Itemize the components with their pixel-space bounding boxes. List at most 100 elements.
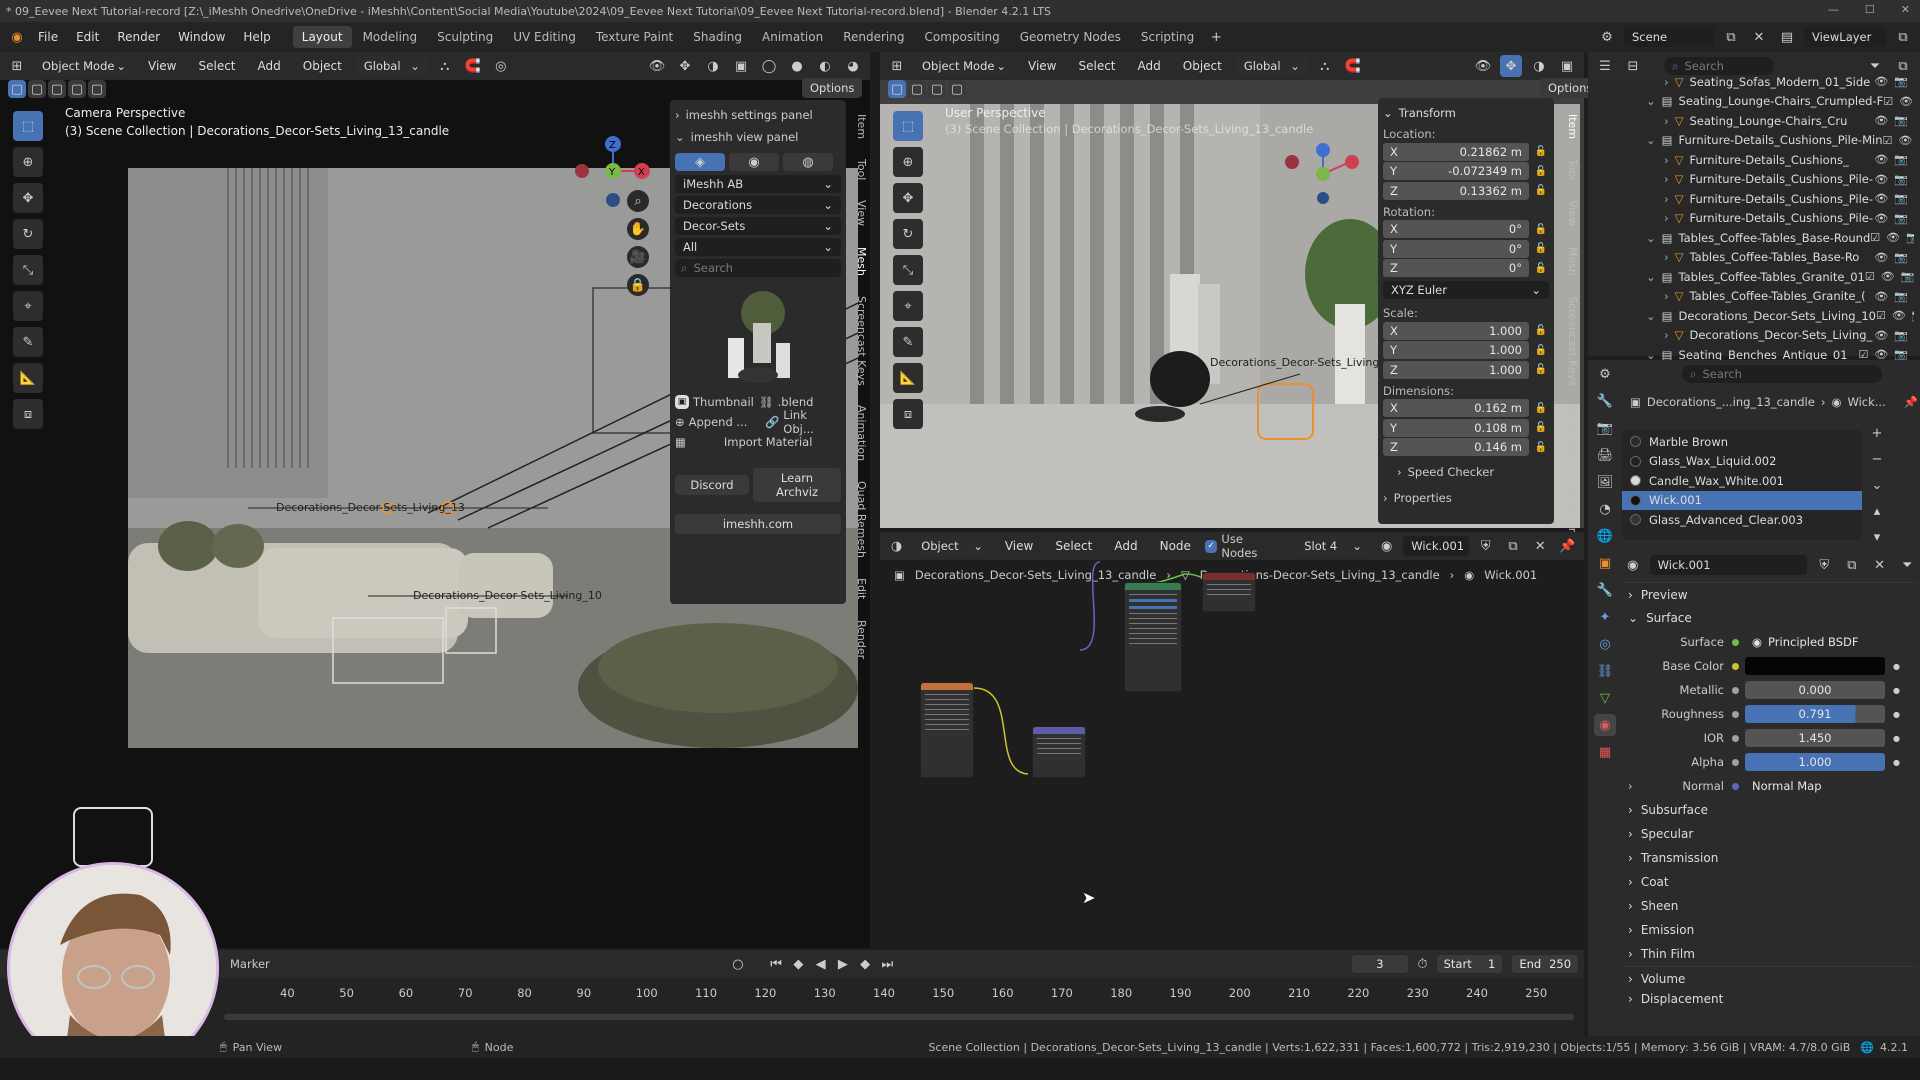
render-camera-icon[interactable]: 📷 (1894, 75, 1908, 88)
properties-subpanel-header[interactable]: › Properties (1383, 487, 1549, 509)
speed-checker-header[interactable]: › Speed Checker (1397, 461, 1549, 483)
left-menu-view[interactable]: View (140, 55, 184, 77)
lock-toggle-icon[interactable]: 🔓 (1533, 362, 1549, 378)
left-tab-edit[interactable]: Edit (853, 572, 870, 605)
play-reverse-icon[interactable]: ◀ (813, 953, 829, 975)
timeline-scrollbar[interactable] (224, 1014, 1574, 1020)
cursor-tool-icon[interactable]: ⊕ (13, 147, 43, 177)
particles-tab-icon[interactable]: ✦ (1594, 606, 1616, 628)
location-field[interactable]: Y -0.072349 m (1383, 162, 1529, 181)
workspace-tab-shading[interactable]: Shading (684, 26, 751, 48)
visibility-eye-icon[interactable]: 👁 (1874, 212, 1888, 225)
right-select-new-icon[interactable]: ▢ (888, 80, 906, 98)
lock-toggle-icon[interactable]: 🔓 (1533, 163, 1549, 179)
bsdf-subsection[interactable]: › Specular (1622, 822, 1918, 846)
visibility-eye-icon[interactable]: 👁 (1874, 173, 1888, 186)
outliner-row[interactable]: › ▽ Furniture-Details_Cushions_Pile- 👁 📷 (1588, 170, 1914, 190)
surface-section[interactable]: ⌄ Surface (1622, 606, 1918, 630)
models-tab-icon[interactable]: ◈ (675, 153, 725, 171)
lock-toggle-icon[interactable]: 🔓 (1533, 144, 1549, 160)
expand-arrow-icon[interactable]: › (1664, 211, 1669, 225)
dimensions-field[interactable]: Z 0.146 m (1383, 438, 1529, 457)
visibility-eye-icon[interactable]: 👁 (1874, 75, 1888, 88)
outliner-row[interactable]: › ▽ Tables_Coffee-Tables_Base-Ro 👁 📷 (1588, 248, 1914, 268)
right-menu-object[interactable]: Object (1175, 55, 1230, 77)
menu-window[interactable]: Window (170, 26, 233, 48)
scale-field[interactable]: Y 1.000 (1383, 341, 1529, 360)
lock-toggle-icon[interactable]: 🔓 (1533, 400, 1549, 416)
maximize-icon[interactable]: ☐ (1865, 3, 1875, 16)
ior-anim-dot[interactable]: ● (1893, 734, 1900, 743)
material-slot[interactable]: Glass_Wax_Liquid.002 (1622, 452, 1862, 472)
start-frame-field[interactable]: Start 1 (1436, 955, 1503, 973)
world-tab-icon[interactable]: 🌐 (1594, 525, 1616, 547)
minimize-icon[interactable]: — (1828, 3, 1839, 16)
alpha-slider[interactable]: 1.000 (1745, 753, 1885, 771)
outliner-row[interactable]: ⌄ ▤ Decorations_Decor-Sets_Living_10☑ 👁 📷 (1588, 306, 1914, 326)
render-tab-icon[interactable]: 📷 (1594, 417, 1616, 439)
material-slot[interactable]: Wick.001 (1622, 490, 1862, 510)
physics-tab-icon[interactable]: ◎ (1594, 633, 1616, 655)
left-menu-object[interactable]: Object (295, 55, 350, 77)
camera-view-icon[interactable]: 🎥 (627, 246, 649, 268)
left-menu-select[interactable]: Select (190, 55, 243, 77)
select-box-tool-icon[interactable]: ⬚ (13, 111, 43, 141)
ior-field[interactable]: 1.450 (1745, 729, 1885, 747)
render-camera-icon[interactable]: 📷 (1894, 153, 1908, 166)
visibility-eye-icon[interactable]: 👁 (1874, 153, 1888, 166)
right-gizmo-icon[interactable]: ✥ (1500, 55, 1522, 77)
properties-search-input[interactable]: ⌕ Search (1682, 365, 1882, 383)
shading-rendered-icon[interactable]: ◕ (842, 55, 864, 77)
transform-tool-icon[interactable]: ⌖ (13, 291, 43, 321)
materials-tab-icon[interactable]: ◉ (729, 153, 779, 171)
workspace-tab-compositing[interactable]: Compositing (915, 26, 1008, 48)
select-extend-icon[interactable]: ▢ (28, 80, 46, 98)
expand-arrow-icon[interactable]: ⌄ (1646, 309, 1656, 323)
render-camera-icon[interactable]: 📷 (1894, 212, 1908, 225)
right-snap-icon[interactable]: 🧲 (1342, 55, 1364, 77)
normal-map-link[interactable]: Normal Map (1745, 777, 1885, 795)
lock-toggle-icon[interactable]: 🔓 (1533, 323, 1549, 339)
render-camera-icon[interactable]: 📷 (1912, 309, 1914, 322)
material-filter-icon[interactable]: ⏷ (1896, 554, 1918, 576)
workspace-tab-uv-editing[interactable]: UV Editing (504, 26, 585, 48)
material-unlink-icon[interactable]: ✕ (1869, 554, 1891, 576)
view-layer-selector[interactable]: ViewLayer (1804, 27, 1886, 47)
context-pin-icon[interactable]: 📌 (1904, 395, 1918, 409)
marker-menu[interactable]: Marker (230, 957, 270, 971)
filter-dropdown[interactable]: All ⌄ (675, 238, 841, 256)
right-select-invert-icon[interactable]: ▢ (948, 80, 966, 98)
thumbnail-toggle[interactable]: ▣ Thumbnail (675, 395, 755, 409)
render-camera-icon[interactable]: 📷 (1906, 231, 1914, 244)
right-tab-view[interactable]: View (1564, 194, 1581, 232)
texture-tab-icon[interactable]: ▦ (1594, 741, 1616, 763)
bsdf-subsection[interactable]: › Subsurface (1622, 798, 1918, 822)
object-tab-icon[interactable]: ▣ (1594, 552, 1616, 574)
library-dropdown[interactable]: iMeshh AB ⌄ (675, 175, 841, 193)
workspace-tab-scripting[interactable]: Scripting (1132, 26, 1203, 48)
slot-menu-icon[interactable]: ⌄ (1866, 474, 1888, 496)
lock-toggle-icon[interactable]: 🔓 (1533, 342, 1549, 358)
expand-arrow-icon[interactable]: › (1664, 328, 1669, 342)
right-tab-tool[interactable]: Tool (1564, 153, 1581, 186)
workspace-tab-texture-paint[interactable]: Texture Paint (587, 26, 682, 48)
render-camera-icon[interactable]: 📷 (1894, 251, 1908, 264)
timeline-ruler[interactable]: 40 50 60 70 80 90 100 110 120 130 140 150 160 170 180 1… (0, 978, 1584, 1008)
bsdf-subsection[interactable]: › Sheen (1622, 894, 1918, 918)
menu-edit[interactable]: Edit (68, 26, 107, 48)
right-menu-view[interactable]: View (1020, 55, 1064, 77)
measure-tool-icon[interactable]: 📐 (13, 363, 43, 393)
right-tab-animation[interactable]: Animation (1564, 399, 1581, 467)
blend-toggle[interactable]: ⛓ .blend (759, 395, 813, 409)
exclude-checkbox-icon[interactable]: ☑ (1870, 231, 1880, 244)
material-slot-list[interactable]: Marble Brown Glass_Wax_Liquid.002 Candle_W… (1622, 430, 1862, 540)
right-select-box-tool-icon[interactable]: ⬚ (893, 111, 923, 141)
left-mode-dropdown[interactable]: Object Mode ⌄ (34, 56, 134, 76)
render-camera-icon[interactable]: 📷 (1894, 114, 1908, 127)
normal-map-node[interactable] (1032, 726, 1086, 778)
properties-editor-icon[interactable]: ⚙ (1594, 363, 1616, 385)
outliner-row[interactable]: › ▽ Seating_Sofas_Modern_01_Side 👁 📷 (1588, 72, 1914, 92)
rotation-field[interactable]: Y 0° (1383, 239, 1529, 258)
surface-shader-field[interactable]: ◉ Principled BSDF (1745, 633, 1885, 651)
left-tab-animation[interactable]: Animation (853, 399, 870, 467)
